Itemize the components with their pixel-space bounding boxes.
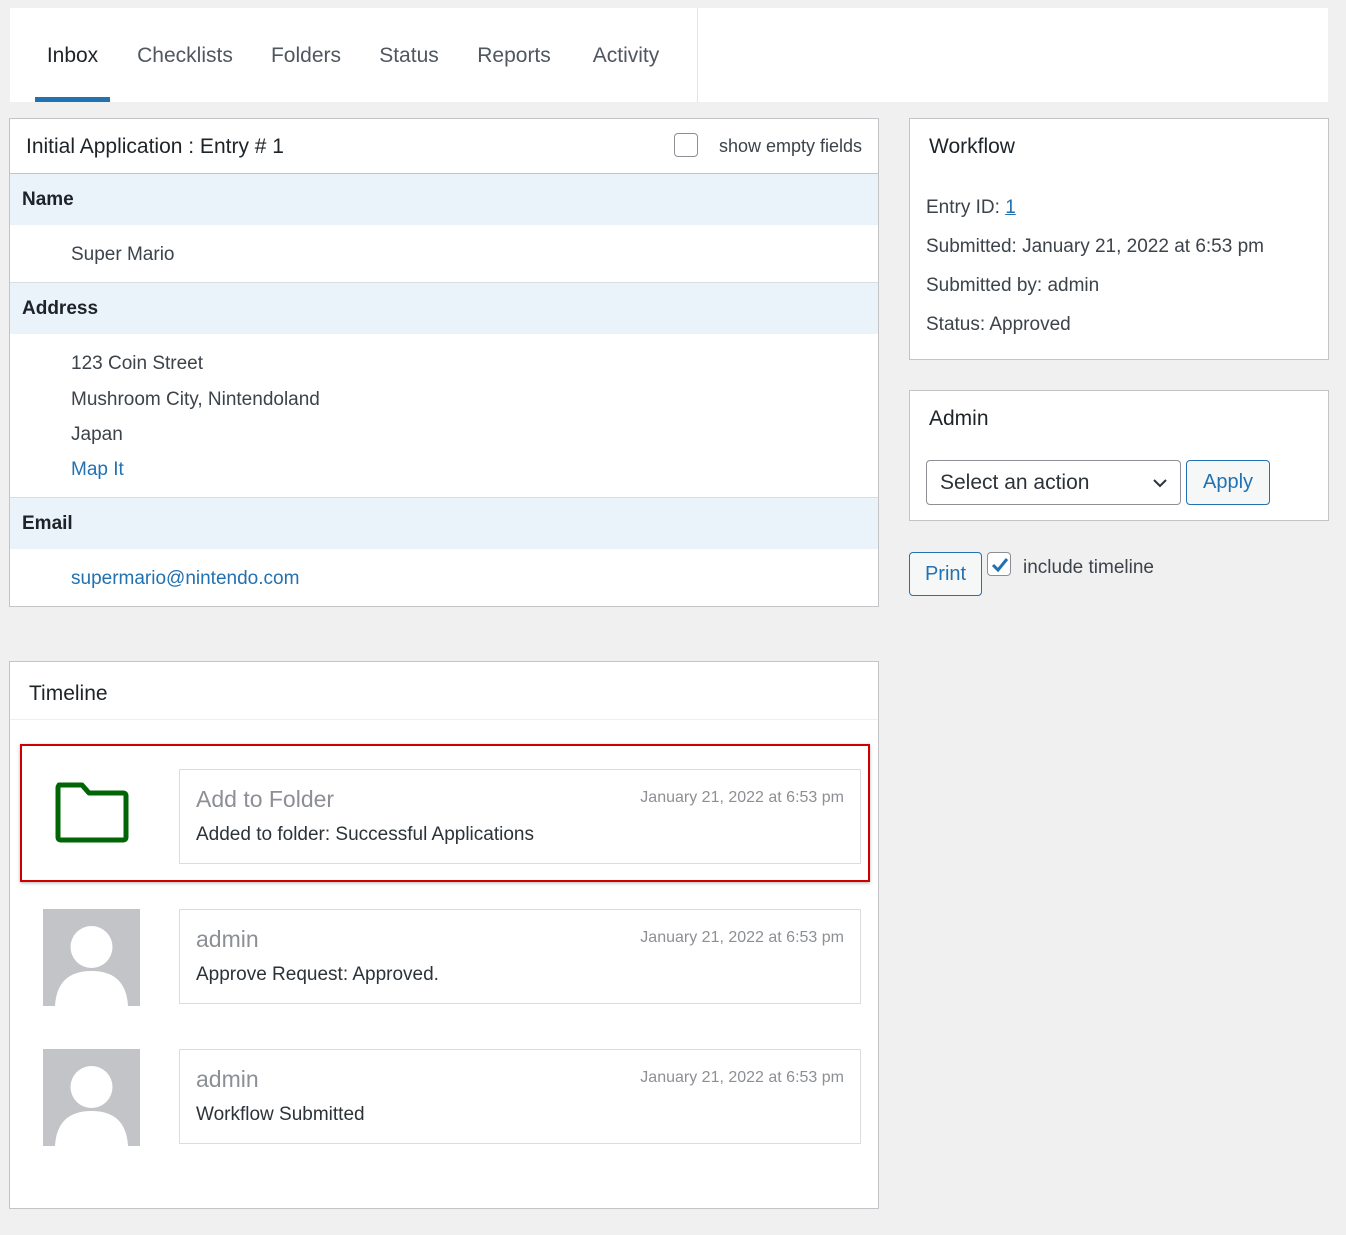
tab-bar-divider — [697, 8, 698, 102]
tab-folders[interactable]: Folders — [270, 8, 342, 102]
show-empty-fields-label[interactable]: show empty fields — [719, 136, 862, 157]
submitted-by: Submitted by: admin — [926, 275, 1100, 296]
workflow-title: Workflow — [929, 135, 1015, 158]
address-line-3: Japan — [71, 424, 123, 445]
tab-bar: Inbox Checklists Folders Status Reports … — [10, 8, 1328, 102]
name-field-label: Name — [10, 174, 878, 225]
entry-id-line: Entry ID: 1 — [926, 197, 1016, 219]
entry-id-link[interactable]: 1 — [1005, 197, 1016, 218]
submitted-date: Submitted: January 21, 2022 at 6:53 pm — [926, 236, 1264, 257]
note-date: January 21, 2022 at 6:53 pm — [640, 1069, 844, 1086]
note-title: Add to Folder — [196, 786, 335, 812]
workflow-panel: Workflow Entry ID: 1 Submitted: January … — [909, 118, 1329, 360]
note-date: January 21, 2022 at 6:53 pm — [640, 929, 844, 946]
address-line-1: 123 Coin Street — [71, 353, 204, 374]
action-select-value: Select an action — [940, 471, 1090, 494]
entry-panel: Initial Application : Entry # 1 show emp… — [9, 118, 879, 607]
print-button[interactable]: Print — [909, 552, 982, 596]
note-title: admin — [196, 1066, 259, 1092]
tab-status[interactable]: Status — [378, 8, 440, 102]
chevron-down-icon — [1153, 479, 1167, 488]
user-silhouette-icon — [55, 926, 128, 1006]
admin-title: Admin — [929, 407, 989, 430]
map-it-link[interactable]: Map It — [71, 459, 124, 481]
user-silhouette-icon — [55, 1066, 128, 1146]
show-empty-fields-checkbox[interactable] — [674, 133, 698, 157]
timeline-note: admin January 21, 2022 at 6:53 pm Approv… — [179, 909, 861, 1004]
timeline-panel: Timeline Add to Folder January 21, 2022 … — [9, 661, 879, 1209]
email-link[interactable]: supermario@nintendo.com — [71, 568, 299, 590]
entry-title: Initial Application : Entry # 1 — [26, 135, 284, 158]
address-line-2: Mushroom City, Nintendoland — [71, 389, 320, 410]
note-body: Approve Request: Approved. — [196, 964, 439, 985]
note-date: January 21, 2022 at 6:53 pm — [640, 789, 844, 806]
folder-icon — [55, 782, 129, 843]
name-field-value: Super Mario — [71, 244, 175, 265]
note-body: Added to folder: Successful Applications — [196, 824, 534, 845]
admin-panel: Admin Select an action Apply — [909, 390, 1329, 521]
checkmark-icon — [991, 558, 1009, 573]
include-timeline-checkbox[interactable] — [987, 552, 1011, 576]
note-body: Workflow Submitted — [196, 1104, 365, 1125]
email-field-label: Email — [10, 498, 878, 549]
entry-id-label: Entry ID: — [926, 197, 1006, 218]
avatar — [43, 909, 140, 1006]
tab-checklists[interactable]: Checklists — [136, 8, 234, 102]
tab-inbox[interactable]: Inbox — [35, 8, 110, 102]
tab-activity[interactable]: Activity — [589, 8, 663, 102]
avatar — [43, 1049, 140, 1146]
apply-button[interactable]: Apply — [1186, 460, 1270, 505]
timeline-title: Timeline — [29, 682, 108, 705]
include-timeline-label[interactable]: include timeline — [1023, 557, 1154, 579]
address-field-label: Address — [10, 283, 878, 334]
tab-reports[interactable]: Reports — [476, 8, 552, 102]
timeline-header: Timeline — [10, 662, 878, 720]
note-title: admin — [196, 926, 259, 952]
timeline-note: Add to Folder January 21, 2022 at 6:53 p… — [179, 769, 861, 864]
entry-header: Initial Application : Entry # 1 show emp… — [10, 119, 878, 174]
action-select[interactable]: Select an action — [926, 460, 1181, 505]
workflow-status: Status: Approved — [926, 314, 1071, 335]
timeline-note: admin January 21, 2022 at 6:53 pm Workfl… — [179, 1049, 861, 1144]
